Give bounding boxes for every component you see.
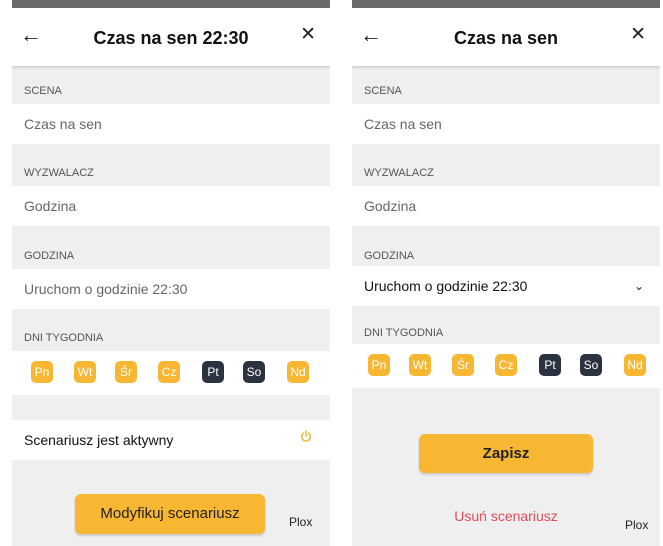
right-screen: ← Czas na sen ✕ SCENA Czas na sen WYZWAL…	[352, 0, 660, 546]
day-toggle-mon[interactable]: Pn	[31, 361, 53, 383]
close-icon[interactable]: ✕	[300, 25, 316, 45]
trigger-section-label: WYZWALACZ	[24, 167, 94, 179]
day-toggle-tue[interactable]: Wt	[74, 361, 96, 383]
power-icon[interactable]	[300, 430, 312, 442]
time-dropdown-value: Uruchom o godzinie 22:30	[364, 278, 528, 294]
trigger-field[interactable]: Godzina	[352, 186, 660, 226]
page-title: Czas na sen 22:30	[93, 28, 249, 48]
modify-scenario-button[interactable]: Modyfikuj scenariusz	[75, 494, 265, 534]
weekday-selector: Pn Wt Śr Cz Pt So Nd	[352, 344, 660, 388]
days-section-label: DNI TYGODNIA	[24, 332, 104, 344]
trigger-section-label: WYZWALACZ	[364, 167, 434, 179]
trigger-field[interactable]: Godzina	[12, 186, 330, 226]
day-toggle-sun[interactable]: Nd	[287, 361, 309, 383]
day-toggle-sun[interactable]: Nd	[624, 354, 646, 376]
day-toggle-tue[interactable]: Wt	[409, 354, 431, 376]
time-section-label: GODZINA	[24, 250, 75, 262]
header: ← Czas na sen ✕	[352, 8, 660, 66]
delete-scenario-link[interactable]: Usuń scenariusz	[352, 508, 660, 524]
status-strip	[352, 0, 660, 8]
page-title: Czas na sen	[453, 28, 559, 48]
scene-field[interactable]: Czas na sen	[352, 104, 660, 144]
close-icon[interactable]: ✕	[630, 25, 646, 45]
day-toggle-wed[interactable]: Śr	[452, 354, 474, 376]
scene-section-label: SCENA	[24, 85, 62, 97]
scene-field[interactable]: Czas na sen	[12, 104, 330, 144]
day-toggle-thu[interactable]: Cz	[158, 361, 180, 383]
time-field[interactable]: Uruchom o godzinie 22:30	[12, 269, 330, 309]
scene-section-label: SCENA	[364, 85, 402, 97]
chevron-down-icon: ⌄	[633, 279, 644, 293]
day-toggle-fri[interactable]: Pt	[539, 354, 561, 376]
left-screen: ← Czas na sen 22:30 ✕ SCENA Czas na sen …	[12, 0, 330, 546]
time-section-label: GODZINA	[364, 250, 415, 262]
weekday-selector: Pn Wt Śr Cz Pt So Nd	[12, 351, 330, 395]
active-label: Scenariusz jest aktywny	[24, 432, 174, 448]
days-section-label: DNI TYGODNIA	[364, 327, 444, 339]
day-toggle-sat[interactable]: So	[580, 354, 602, 376]
day-toggle-sat[interactable]: So	[243, 361, 265, 383]
save-button[interactable]: Zapisz	[419, 434, 593, 473]
day-toggle-mon[interactable]: Pn	[368, 354, 390, 376]
day-toggle-thu[interactable]: Cz	[495, 354, 517, 376]
brand-label: Plox	[289, 515, 313, 529]
status-strip	[12, 0, 330, 8]
day-toggle-fri[interactable]: Pt	[202, 361, 224, 383]
time-dropdown[interactable]: Uruchom o godzinie 22:30 ⌄	[352, 266, 660, 306]
day-toggle-wed[interactable]: Śr	[115, 361, 137, 383]
header: ← Czas na sen 22:30 ✕	[12, 8, 330, 66]
active-row: Scenariusz jest aktywny	[12, 420, 330, 460]
brand-label: Plox	[625, 518, 649, 532]
